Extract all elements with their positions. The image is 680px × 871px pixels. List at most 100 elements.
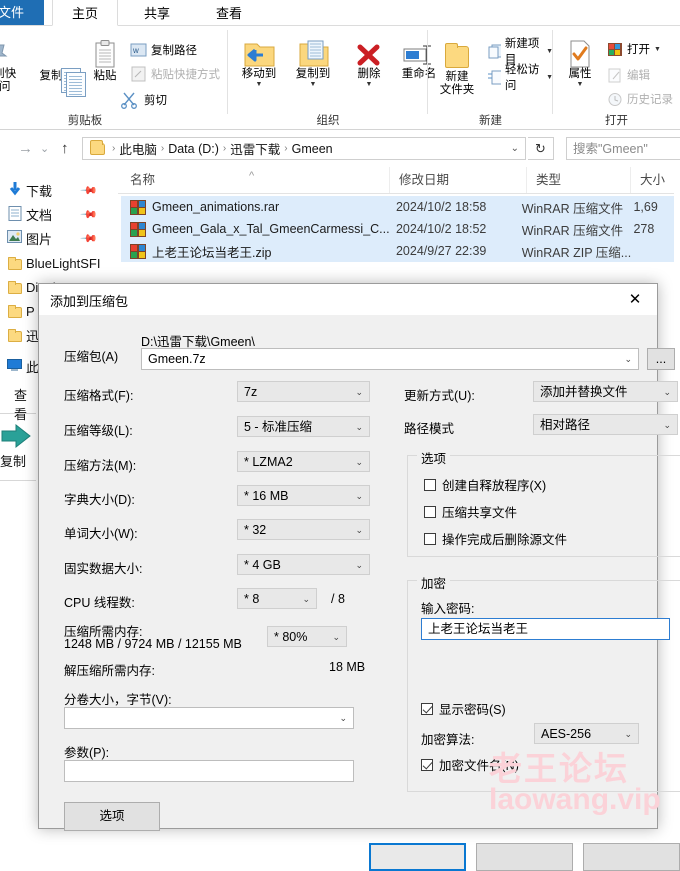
sidebar-label-downloads: 下载 <box>26 184 53 199</box>
paste-label: 粘贴 <box>93 70 117 82</box>
new-folder-button[interactable]: 新建 文件夹 <box>430 36 484 96</box>
svg-text:w: w <box>132 46 139 55</box>
chevron-down-icon[interactable]: ⌄ <box>339 708 347 728</box>
chevron-down-icon[interactable]: ⌄ <box>624 724 632 744</box>
new-item-button[interactable]: 新建项目 ▼ <box>488 38 553 66</box>
solid-block-size-select[interactable]: * 4 GB ⌄ <box>237 554 370 575</box>
archive-name-input[interactable]: Gmeen.7z ⌄ <box>141 348 639 370</box>
edit-button[interactable]: 编辑 <box>607 64 650 86</box>
move-to-caret-icon[interactable]: ▼ <box>232 81 286 88</box>
delete-caret-icon[interactable]: ▼ <box>342 81 396 88</box>
history-icon <box>608 92 622 106</box>
copy-button[interactable]: 复制 <box>24 38 86 97</box>
chevron-down-icon[interactable]: ⌄ <box>355 486 363 506</box>
sidebar-item-downloads[interactable]: 下载 📌 <box>0 179 118 202</box>
breadcrumb-this-pc[interactable]: 此电脑 <box>116 139 160 158</box>
copy-to-button[interactable]: 复制到 ▼ <box>286 36 340 88</box>
file-list: Gmeen_animations.rar 2024/10/2 18:58 Win… <box>121 196 680 262</box>
column-header-type[interactable]: 类型 <box>526 167 630 193</box>
paste-button[interactable]: 粘贴 <box>78 38 132 83</box>
pin-icon-documents[interactable]: 📌 <box>80 205 99 224</box>
ok-button[interactable] <box>369 843 466 871</box>
table-row[interactable]: Gmeen_Gala_x_Tal_GmeenCarmessi_C... 2024… <box>121 218 680 240</box>
copy-to-caret-icon[interactable]: ▼ <box>286 81 340 88</box>
tab-home[interactable]: 主页 <box>52 0 118 26</box>
sidebar-item-documents[interactable]: 文档 📌 <box>0 203 118 226</box>
forward-icon[interactable]: → <box>18 140 33 157</box>
up-icon[interactable]: ↑ <box>61 140 69 157</box>
breadcrumb-xunlei[interactable]: 迅雷下载 <box>227 139 283 158</box>
open-caret-icon[interactable]: ▼ <box>654 46 661 53</box>
help-button[interactable] <box>583 843 680 871</box>
chevron-down-icon[interactable]: ⌄ <box>332 627 340 647</box>
cancel-button[interactable] <box>476 843 573 871</box>
close-icon[interactable]: ✕ <box>613 284 657 315</box>
paste-shortcut-button[interactable]: 粘贴快捷方式 <box>130 63 220 85</box>
column-header-name[interactable]: 名称 ^ <box>121 167 389 193</box>
group-title-organize: 组织 <box>316 115 340 127</box>
tab-file[interactable]: 文件 <box>0 0 44 26</box>
parameters-input[interactable] <box>64 760 354 782</box>
pin-to-quick-access-button[interactable]: 定到快访问 <box>0 38 26 93</box>
folder-icon-bluelightsfi <box>4 256 26 271</box>
sidebar-item-bluelightsfi[interactable]: BlueLightSFI <box>0 252 118 275</box>
chevron-down-icon[interactable]: ⌄ <box>302 589 310 609</box>
chevron-down-icon[interactable]: ⌄ <box>355 417 363 437</box>
archive-dropdown-icon[interactable]: ⌄ <box>624 349 632 369</box>
chevron-down-icon[interactable]: ⌄ <box>355 520 363 540</box>
properties-button[interactable]: 属性 ▼ <box>553 36 607 88</box>
dialog-title-bar[interactable]: 添加到压缩包 ✕ <box>39 284 657 315</box>
archive-format-select[interactable]: 7z ⌄ <box>237 381 370 402</box>
parameters-label: 参数(P): <box>64 746 110 760</box>
word-size-select[interactable]: * 32 ⌄ <box>237 519 370 540</box>
cpu-threads-select[interactable]: * 8 ⌄ <box>237 588 317 609</box>
table-row[interactable]: Gmeen_animations.rar 2024/10/2 18:58 Win… <box>121 196 680 218</box>
chevron-down-icon[interactable]: ⌄ <box>355 555 363 575</box>
open-with-button[interactable]: 打开 ▼ <box>607 38 661 60</box>
breadcrumb-data-d[interactable]: Data (D:) <box>165 142 222 156</box>
dictionary-size-select[interactable]: * 16 MB ⌄ <box>237 485 370 506</box>
options-button[interactable]: 选项 <box>64 802 160 831</box>
show-password-checkbox[interactable]: 显示密码(S) <box>421 699 506 718</box>
copy-path-label: 复制路径 <box>151 45 197 57</box>
chevron-down-icon[interactable]: ⌄ <box>663 415 671 435</box>
compression-method-select[interactable]: * LZMA2 ⌄ <box>237 451 370 472</box>
password-input[interactable]: 上老王论坛当老王 <box>421 618 670 640</box>
tab-share[interactable]: 共享 <box>124 0 190 26</box>
delete-button[interactable]: 删除 ▼ <box>342 36 396 88</box>
history-button[interactable]: 历史记录 <box>607 88 673 110</box>
encryption-algorithm-select[interactable]: AES-256 ⌄ <box>534 723 639 744</box>
update-mode-select[interactable]: 添加并替换文件 ⌄ <box>533 381 678 402</box>
chevron-down-icon[interactable]: ⌄ <box>663 382 671 402</box>
pin-icon-pictures[interactable]: 📌 <box>80 229 99 248</box>
column-header-date[interactable]: 修改日期 <box>389 167 526 193</box>
path-mode-select[interactable]: 相对路径 ⌄ <box>533 414 678 435</box>
address-bar[interactable]: › 此电脑 › Data (D:) › 迅雷下载 › Gmeen ⌄ <box>82 137 526 160</box>
address-dropdown-icon[interactable]: ⌄ <box>511 143 519 154</box>
compress-shared-checkbox[interactable]: 压缩共享文件 <box>424 502 517 521</box>
create-sfx-checkbox[interactable]: 创建自释放程序(X) <box>424 475 546 494</box>
chevron-down-icon[interactable]: ⌄ <box>355 452 363 472</box>
refresh-button[interactable]: ↻ <box>528 137 554 160</box>
compression-level-select[interactable]: 5 - 标准压缩 ⌄ <box>237 416 370 437</box>
recent-locations-icon[interactable]: ⌄ <box>40 142 49 155</box>
pin-icon-downloads[interactable]: 📌 <box>80 181 99 200</box>
move-to-button[interactable]: 移动到 ▼ <box>232 36 286 88</box>
browse-button[interactable]: ... <box>647 348 675 370</box>
archive-label: 压缩包(A) <box>64 350 119 364</box>
column-header-size[interactable]: 大小 <box>630 167 680 193</box>
memory-percent-select[interactable]: * 80% ⌄ <box>267 626 347 647</box>
tab-view[interactable]: 查看 <box>196 0 262 26</box>
search-input[interactable]: 搜索"Gmeen" <box>566 137 680 160</box>
copy-path-button[interactable]: w 复制路径 <box>130 39 197 61</box>
breadcrumb-gmeen[interactable]: Gmeen <box>289 142 336 156</box>
path-mode-value: 相对路径 <box>540 418 591 432</box>
split-size-input[interactable]: ⌄ <box>64 707 354 729</box>
sidebar-item-pictures[interactable]: 图片 📌 <box>0 227 118 250</box>
easy-access-button[interactable]: 轻松访问 ▼ <box>488 64 553 92</box>
table-row[interactable]: 上老王论坛当老王.zip 2024/9/27 22:39 WinRAR ZIP … <box>121 240 680 262</box>
cut-button[interactable]: 剪切 <box>120 89 167 111</box>
chevron-down-icon[interactable]: ⌄ <box>355 382 363 402</box>
delete-after-checkbox[interactable]: 操作完成后删除源文件 <box>424 529 567 548</box>
properties-caret-icon[interactable]: ▼ <box>553 81 607 88</box>
